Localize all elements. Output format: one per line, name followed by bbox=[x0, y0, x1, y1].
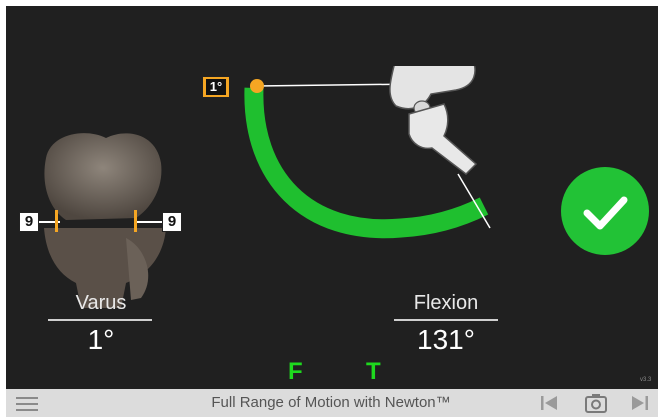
femur-indicator: F bbox=[288, 358, 303, 385]
varus-value: 1° bbox=[87, 324, 115, 355]
previous-icon[interactable] bbox=[539, 394, 559, 412]
flexion-label: Flexion bbox=[413, 292, 479, 314]
varus-divider bbox=[48, 319, 152, 321]
left-gap-value: 9 bbox=[19, 212, 39, 232]
varus-label: Varus bbox=[75, 292, 127, 314]
checkmark-icon bbox=[583, 196, 628, 230]
tibia-indicator: T bbox=[366, 358, 381, 385]
menu-icon[interactable] bbox=[16, 394, 38, 412]
next-icon[interactable] bbox=[630, 394, 650, 412]
flexion-divider bbox=[394, 319, 498, 321]
bottom-bar: Full Range of Motion with Newton™ bbox=[6, 389, 658, 417]
left-gap-marker bbox=[55, 210, 58, 232]
right-gap-line bbox=[137, 221, 163, 223]
main-screen: 9 9 Varus 1° 1° Flexion 131° F T v3.3 bbox=[6, 6, 658, 389]
flexion-value: 131° bbox=[417, 324, 475, 355]
confirm-button[interactable] bbox=[561, 167, 649, 255]
version-label: v3.3 bbox=[640, 377, 652, 383]
bottom-bar-title: Full Range of Motion with Newton™ bbox=[211, 394, 451, 411]
flexion-indicator-value: 1° bbox=[206, 79, 226, 95]
camera-icon[interactable] bbox=[584, 392, 608, 414]
flexion-indicator-box: 1° bbox=[202, 76, 230, 98]
right-gap-value: 9 bbox=[162, 212, 182, 232]
flexion-arc-gauge bbox=[244, 66, 491, 239]
